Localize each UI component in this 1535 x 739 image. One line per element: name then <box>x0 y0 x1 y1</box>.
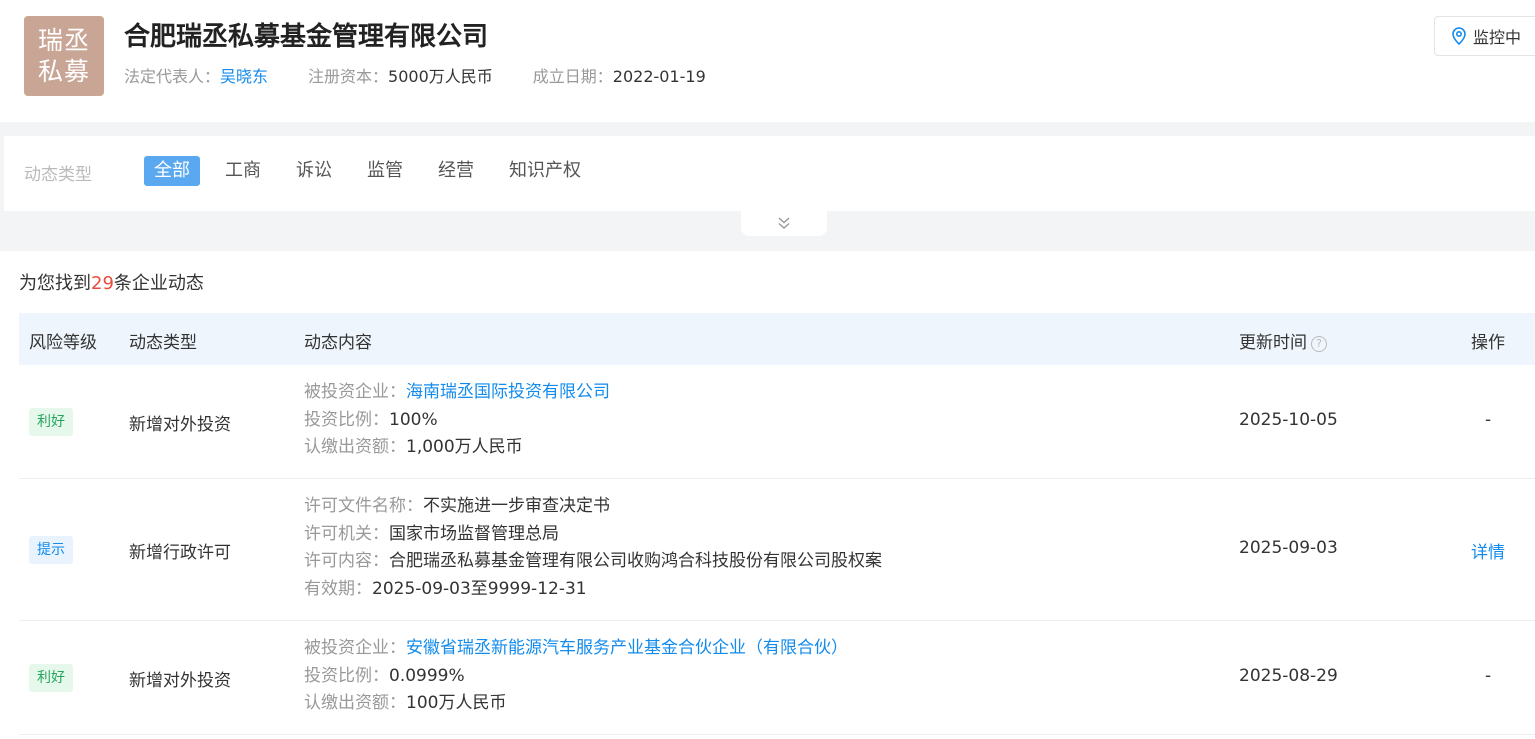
logo-line-2: 私募 <box>37 57 90 86</box>
header-op: 操作 <box>1471 333 1505 353</box>
tab-business[interactable]: 工商 <box>215 156 271 186</box>
detail-key: 投资比例： <box>304 409 389 430</box>
detail-key: 有效期： <box>304 578 372 599</box>
update-time: 2025-10-05 <box>1239 410 1338 430</box>
company-logo: 瑞丞 私募 <box>24 16 104 96</box>
risk-badge: 利好 <box>29 664 73 692</box>
table-row: 利好 新增对外投资 被投资企业：安徽省瑞丞新能源汽车服务产业基金合伙企业（有限合… <box>19 621 1535 735</box>
events-panel: 为您找到29条企业动态 风险等级 动态类型 动态内容 更新时间? 操作 利好 新… <box>0 251 1535 739</box>
event-details: 许可文件名称：不实施进一步审查决定书 许可机关：国家市场监督管理总局 许可内容：… <box>304 493 882 603</box>
count-number: 29 <box>91 273 114 294</box>
filter-label: 动态类型 <box>24 165 92 185</box>
table-row: 利好 新增对外投资 被投资企业：海南瑞丞国际投资有限公司 投资比例：100% 认… <box>19 365 1535 479</box>
company-header: 瑞丞 私募 合肥瑞丞私募基金管理有限公司 法定代表人：吴晓东 注册资本：5000… <box>0 0 1535 122</box>
tab-ip[interactable]: 知识产权 <box>499 156 591 186</box>
table-row: 提示 新增行政许可 许可文件名称：不实施进一步审查决定书 许可机关：国家市场监督… <box>19 479 1535 621</box>
capital-label: 注册资本： <box>308 67 389 86</box>
detail-value: 0.0999% <box>389 665 465 686</box>
header-time-label: 更新时间 <box>1239 333 1307 353</box>
event-details: 被投资企业：海南瑞丞国际投资有限公司 投资比例：100% 认缴出资额：1,000… <box>304 379 610 462</box>
detail-key: 许可机关： <box>304 523 389 544</box>
company-meta: 法定代表人：吴晓东 注册资本：5000万人民币 成立日期：2022-01-19 <box>124 63 746 87</box>
detail-value: 不实施进一步审查决定书 <box>423 496 610 516</box>
detail-key: 被投资企业： <box>304 638 406 658</box>
header-time: 更新时间? <box>1239 328 1327 353</box>
detail-key: 认缴出资额： <box>304 437 406 457</box>
legal-rep: 法定代表人：吴晓东 <box>124 63 268 87</box>
registered-capital: 注册资本：5000万人民币 <box>308 63 493 87</box>
event-type: 新增对外投资 <box>129 671 231 691</box>
monitor-button[interactable]: 监控中 <box>1434 16 1535 56</box>
header-type: 动态类型 <box>129 333 197 353</box>
founded-label: 成立日期： <box>532 67 613 86</box>
tab-litigation[interactable]: 诉讼 <box>286 156 342 186</box>
update-time: 2025-09-03 <box>1239 538 1338 558</box>
detail-value: 1,000万人民币 <box>406 437 523 457</box>
legal-rep-label: 法定代表人： <box>124 67 221 86</box>
op-none: - <box>1485 410 1492 430</box>
invested-company-link[interactable]: 安徽省瑞丞新能源汽车服务产业基金合伙企业（有限合伙） <box>406 638 848 658</box>
risk-badge: 利好 <box>29 408 73 436</box>
detail-value: 100% <box>389 409 438 430</box>
filter-tabs: 全部 工商 诉讼 监管 经营 知识产权 <box>144 156 606 186</box>
monitor-label: 监控中 <box>1473 28 1522 47</box>
detail-value: 100万人民币 <box>406 693 507 713</box>
detail-key: 许可内容： <box>304 551 389 571</box>
event-details: 被投资企业：安徽省瑞丞新能源汽车服务产业基金合伙企业（有限合伙） 投资比例：0.… <box>304 635 848 718</box>
detail-key: 认缴出资额： <box>304 693 406 713</box>
company-name: 合肥瑞丞私募基金管理有限公司 <box>124 22 489 52</box>
tab-regulation[interactable]: 监管 <box>357 156 413 186</box>
legal-rep-link[interactable]: 吴晓东 <box>220 67 268 86</box>
detail-value: 合肥瑞丞私募基金管理有限公司收购鸿合科技股份有限公司股权案 <box>389 551 882 571</box>
count-suffix: 条企业动态 <box>113 273 204 294</box>
event-type: 新增对外投资 <box>129 415 231 435</box>
update-time: 2025-08-29 <box>1239 666 1338 686</box>
invested-company-link[interactable]: 海南瑞丞国际投资有限公司 <box>406 382 610 402</box>
detail-key: 许可文件名称： <box>304 496 423 516</box>
table-header: 风险等级 动态类型 动态内容 更新时间? 操作 <box>19 313 1535 365</box>
capital-value: 5000万人民币 <box>388 67 493 86</box>
result-count: 为您找到29条企业动态 <box>19 269 204 295</box>
tab-operation[interactable]: 经营 <box>428 156 484 186</box>
event-type: 新增行政许可 <box>129 543 231 563</box>
risk-badge: 提示 <box>29 536 73 564</box>
detail-key: 被投资企业： <box>304 382 406 402</box>
detail-value: 国家市场监督管理总局 <box>389 523 559 544</box>
op-none: - <box>1485 666 1492 686</box>
details-link[interactable]: 详情 <box>1471 538 1505 563</box>
expand-toggle[interactable] <box>741 210 827 236</box>
header-risk: 风险等级 <box>29 333 97 353</box>
double-chevron-down-icon <box>778 217 790 229</box>
tab-all[interactable]: 全部 <box>144 156 200 186</box>
detail-value: 2025-09-03至9999-12-31 <box>372 578 587 599</box>
location-pin-icon <box>1452 27 1466 45</box>
help-icon[interactable]: ? <box>1311 336 1327 352</box>
logo-line-1: 瑞丞 <box>37 26 90 55</box>
filter-bar: 动态类型 全部 工商 诉讼 监管 经营 知识产权 <box>4 136 1535 211</box>
founded-value: 2022-01-19 <box>612 67 706 86</box>
detail-key: 投资比例： <box>304 665 389 686</box>
founded-date: 成立日期：2022-01-19 <box>533 63 706 87</box>
count-prefix: 为您找到 <box>19 273 91 294</box>
header-content: 动态内容 <box>304 333 372 353</box>
